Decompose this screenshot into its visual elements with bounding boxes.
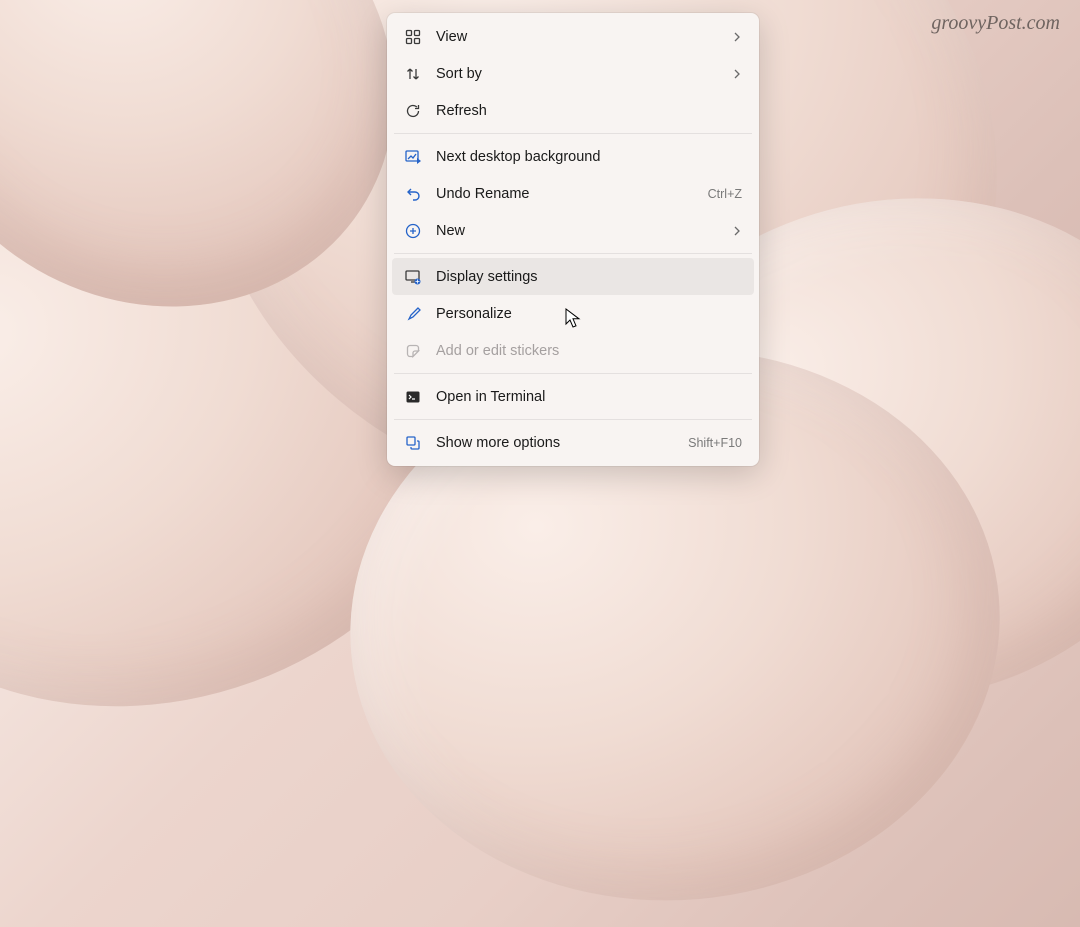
menu-item-label: Undo Rename [436,186,694,202]
menu-item-label: Open in Terminal [436,389,742,405]
menu-separator [394,253,752,254]
menu-separator [394,373,752,374]
plus-circle-icon [404,222,422,240]
refresh-icon [404,102,422,120]
chevron-right-icon [732,32,742,42]
menu-item-label: Show more options [436,435,674,451]
menu-item-label: New [436,223,718,239]
menu-item-shortcut: Shift+F10 [688,436,742,450]
menu-item-undo-rename[interactable]: Undo Rename Ctrl+Z [392,175,754,212]
menu-item-label: Next desktop background [436,149,742,165]
grid-icon [404,28,422,46]
chevron-right-icon [732,226,742,236]
chevron-right-icon [732,69,742,79]
menu-item-add-stickers: Add or edit stickers [392,332,754,369]
menu-item-label: Display settings [436,269,742,285]
menu-item-open-terminal[interactable]: Open in Terminal [392,378,754,415]
watermark-text: groovyPost.com [931,12,1060,35]
menu-item-sort-by[interactable]: Sort by [392,55,754,92]
next-background-icon [404,148,422,166]
menu-item-next-desktop-background[interactable]: Next desktop background [392,138,754,175]
menu-item-label: Add or edit stickers [436,343,742,359]
paintbrush-icon [404,305,422,323]
desktop-context-menu: View Sort by Refresh [387,13,759,466]
more-options-icon [404,434,422,452]
menu-item-display-settings[interactable]: Display settings [392,258,754,295]
display-settings-icon [404,268,422,286]
sort-icon [404,65,422,83]
menu-item-label: Refresh [436,103,742,119]
terminal-icon [404,388,422,406]
menu-item-view[interactable]: View [392,18,754,55]
menu-item-personalize[interactable]: Personalize [392,295,754,332]
menu-separator [394,419,752,420]
menu-item-label: Sort by [436,66,718,82]
menu-item-label: Personalize [436,306,742,322]
menu-item-show-more-options[interactable]: Show more options Shift+F10 [392,424,754,461]
sticker-icon [404,342,422,360]
menu-item-new[interactable]: New [392,212,754,249]
undo-icon [404,185,422,203]
menu-separator [394,133,752,134]
menu-item-refresh[interactable]: Refresh [392,92,754,129]
menu-item-label: View [436,29,718,45]
menu-item-shortcut: Ctrl+Z [708,187,742,201]
